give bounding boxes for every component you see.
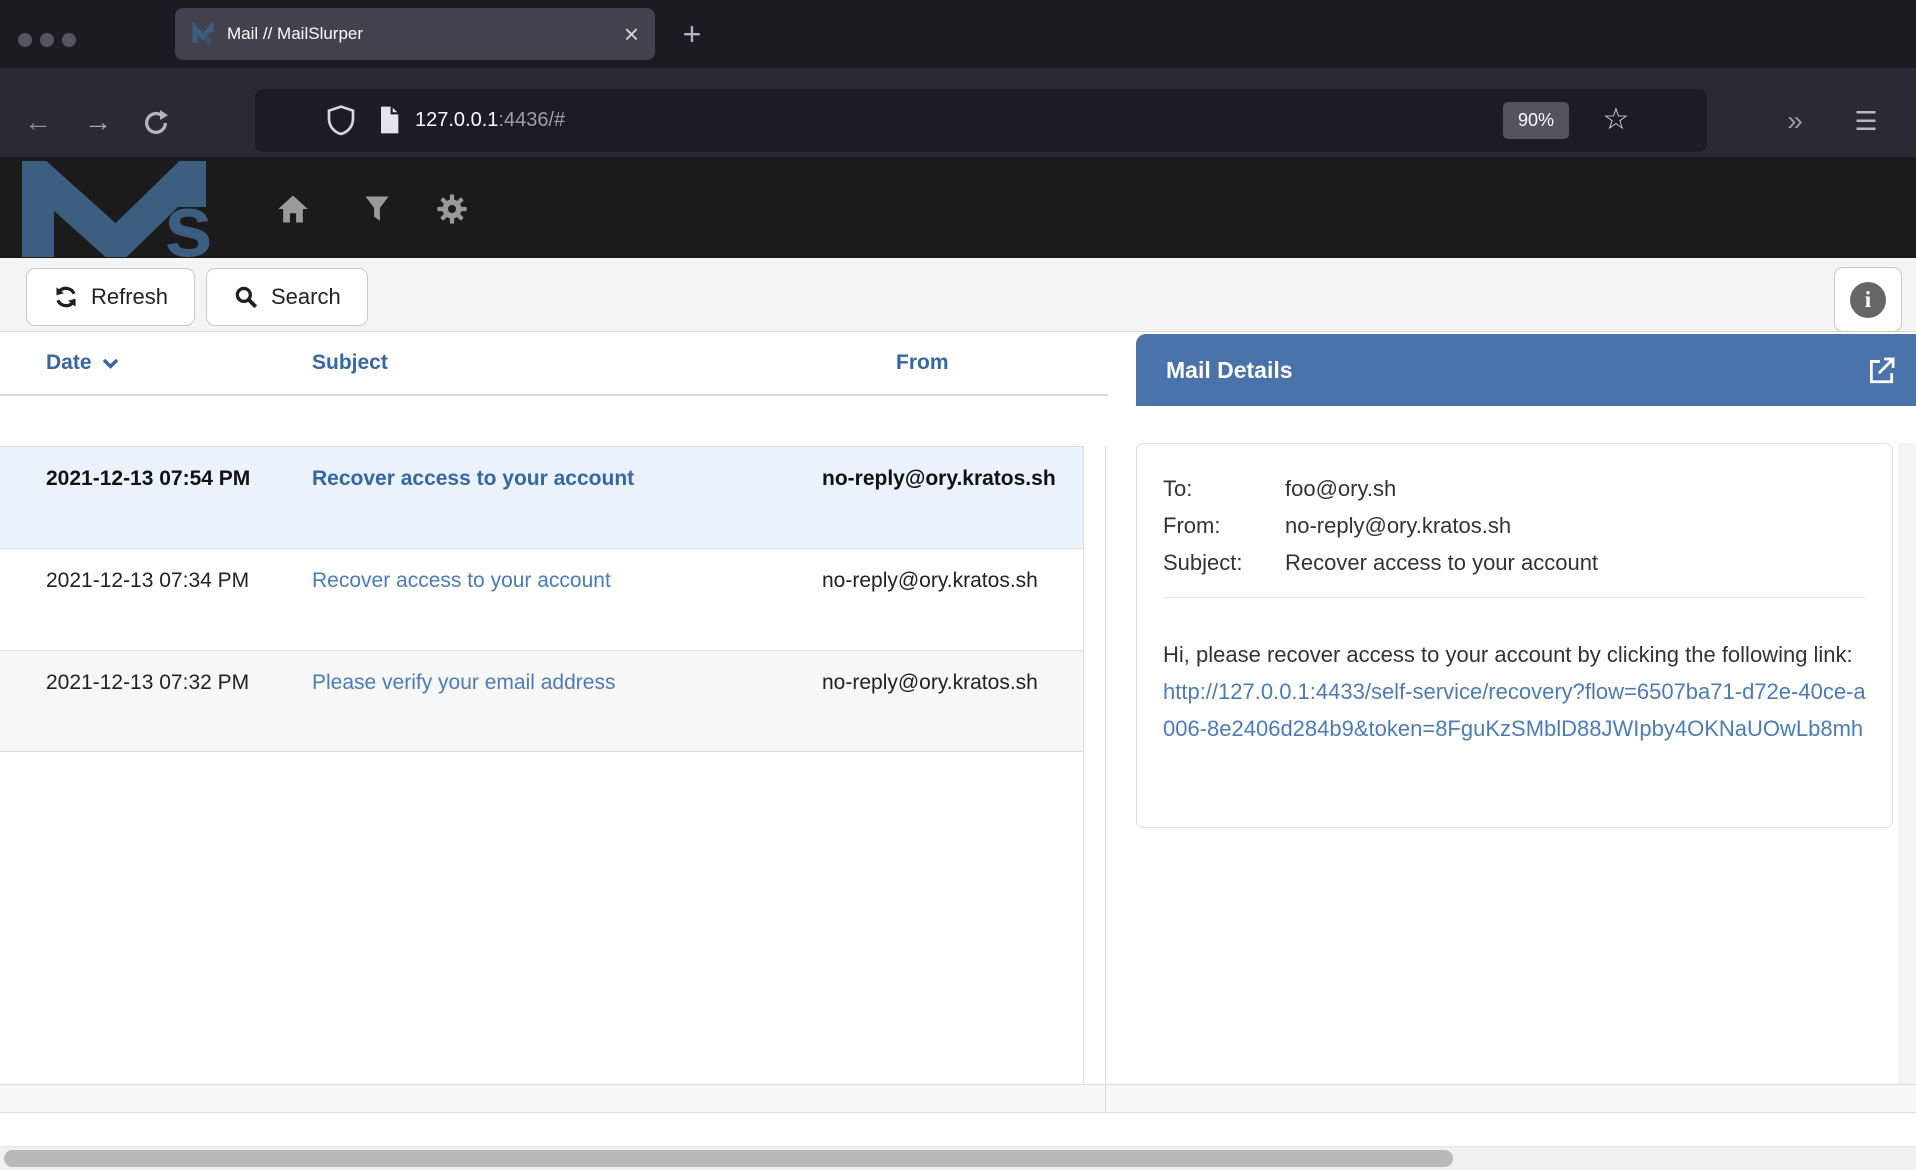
mail-list-header: Date Subject From [0, 332, 1108, 396]
mail-details-title: Mail Details [1166, 334, 1916, 406]
new-tab-button[interactable]: + [672, 14, 712, 54]
filter-icon[interactable] [362, 193, 396, 227]
cell-subject: Recover access to your account [312, 564, 822, 632]
svg-text:s: s [164, 176, 213, 257]
subject-value: Recover access to your account [1285, 544, 1866, 581]
home-icon[interactable] [277, 193, 311, 227]
page-info-icon[interactable] [373, 104, 405, 141]
app-navbar: s [0, 157, 1916, 258]
traffic-light-dot[interactable] [40, 33, 54, 47]
details-separator [1163, 597, 1866, 598]
mail-details-header: Mail Details [1136, 334, 1916, 406]
detail-scroll-gutter[interactable] [1898, 443, 1916, 1084]
cell-subject: Please verify your email address [312, 666, 822, 733]
reload-icon[interactable] [134, 100, 178, 144]
subject-link[interactable]: Recover access to your account [312, 569, 611, 592]
url-suffix: :4436/# [498, 109, 565, 131]
cell-date: 2021-12-13 07:54 PM [46, 462, 312, 530]
column-header-subject[interactable]: Subject [312, 351, 822, 375]
panel-divider [1105, 446, 1106, 1113]
tab-favicon: s [191, 22, 215, 46]
panel-footer-strip [0, 1084, 1916, 1113]
window-controls[interactable] [18, 33, 76, 47]
mail-body-text: Hi, please recover access to your accoun… [1163, 642, 1853, 667]
browser-window: s Mail // MailSlurper × + ← → [0, 0, 1916, 1170]
app-toolbar: Refresh Search i [0, 258, 1916, 332]
refresh-button[interactable]: Refresh [26, 268, 195, 326]
tab-bar: s Mail // MailSlurper × + [0, 0, 1916, 68]
back-icon[interactable]: ← [16, 100, 60, 144]
sort-desc-icon [102, 358, 119, 369]
horizontal-scrollbar[interactable] [0, 1146, 1916, 1170]
mail-rows: 2021-12-13 07:54 PM Recover access to yo… [0, 446, 1084, 1084]
cell-from: no-reply@ory.kratos.sh [822, 666, 1057, 733]
bookmark-star-icon[interactable]: ☆ [1593, 97, 1639, 143]
tab-close-icon[interactable]: × [624, 21, 639, 47]
mail-list-row[interactable]: 2021-12-13 07:34 PM Recover access to yo… [0, 548, 1083, 650]
mail-details-card: To: foo@ory.sh From: no-reply@ory.kratos… [1136, 443, 1893, 828]
cell-subject: Recover access to your account [312, 462, 822, 530]
settings-gear-icon[interactable] [436, 193, 470, 227]
browser-toolbar: ← → 127.0.0.1:4436/# 90% ☆ [0, 68, 1916, 157]
refresh-label: Refresh [91, 284, 168, 310]
cell-date: 2021-12-13 07:34 PM [46, 564, 312, 632]
traffic-light-dot[interactable] [18, 33, 32, 47]
subject-link[interactable]: Please verify your email address [312, 671, 615, 694]
svg-text:s: s [205, 33, 212, 46]
url-text: 127.0.0.1:4436/# [415, 89, 565, 152]
shield-icon[interactable] [325, 104, 357, 141]
from-value: no-reply@ory.kratos.sh [1285, 507, 1866, 544]
cell-from: no-reply@ory.kratos.sh [822, 564, 1057, 632]
column-header-from[interactable]: From [822, 351, 1108, 375]
to-value: foo@ory.sh [1285, 470, 1866, 507]
search-icon [233, 284, 259, 310]
zoom-level-badge[interactable]: 90% [1503, 102, 1569, 139]
info-icon: i [1850, 282, 1886, 318]
recovery-link[interactable]: http://127.0.0.1:4433/self-service/recov… [1163, 679, 1866, 741]
cell-from: no-reply@ory.kratos.sh [822, 462, 1057, 530]
forward-icon[interactable]: → [76, 100, 120, 144]
to-label: To: [1163, 470, 1285, 507]
menu-hamburger-icon[interactable]: ☰ [1841, 94, 1891, 148]
tab-title: Mail // MailSlurper [227, 24, 624, 44]
search-label: Search [271, 284, 341, 310]
column-header-date[interactable]: Date [46, 351, 312, 375]
url-bar[interactable]: 127.0.0.1:4436/# 90% ☆ [255, 89, 1707, 152]
cell-date: 2021-12-13 07:32 PM [46, 666, 312, 733]
search-button[interactable]: Search [206, 268, 368, 326]
from-label: From: [1163, 507, 1285, 544]
info-button[interactable]: i [1834, 267, 1902, 332]
browser-tab[interactable]: s Mail // MailSlurper × [175, 8, 655, 60]
url-host: 127.0.0.1 [415, 109, 498, 131]
mail-list-row[interactable]: 2021-12-13 07:54 PM Recover access to yo… [0, 446, 1083, 548]
mail-list-row[interactable]: 2021-12-13 07:32 PM Please verify your e… [0, 650, 1083, 752]
subject-link[interactable]: Recover access to your account [312, 467, 634, 490]
subject-label: Subject: [1163, 544, 1285, 581]
open-external-icon[interactable] [1866, 355, 1896, 390]
footer-divider [1105, 1085, 1106, 1112]
refresh-icon [53, 284, 79, 310]
overflow-chevrons-icon[interactable]: » [1770, 94, 1820, 148]
mail-body: Hi, please recover access to your accoun… [1163, 636, 1866, 747]
traffic-light-dot[interactable] [62, 33, 76, 47]
scrollbar-thumb[interactable] [4, 1150, 1453, 1167]
mailslurper-logo: s [22, 161, 232, 257]
